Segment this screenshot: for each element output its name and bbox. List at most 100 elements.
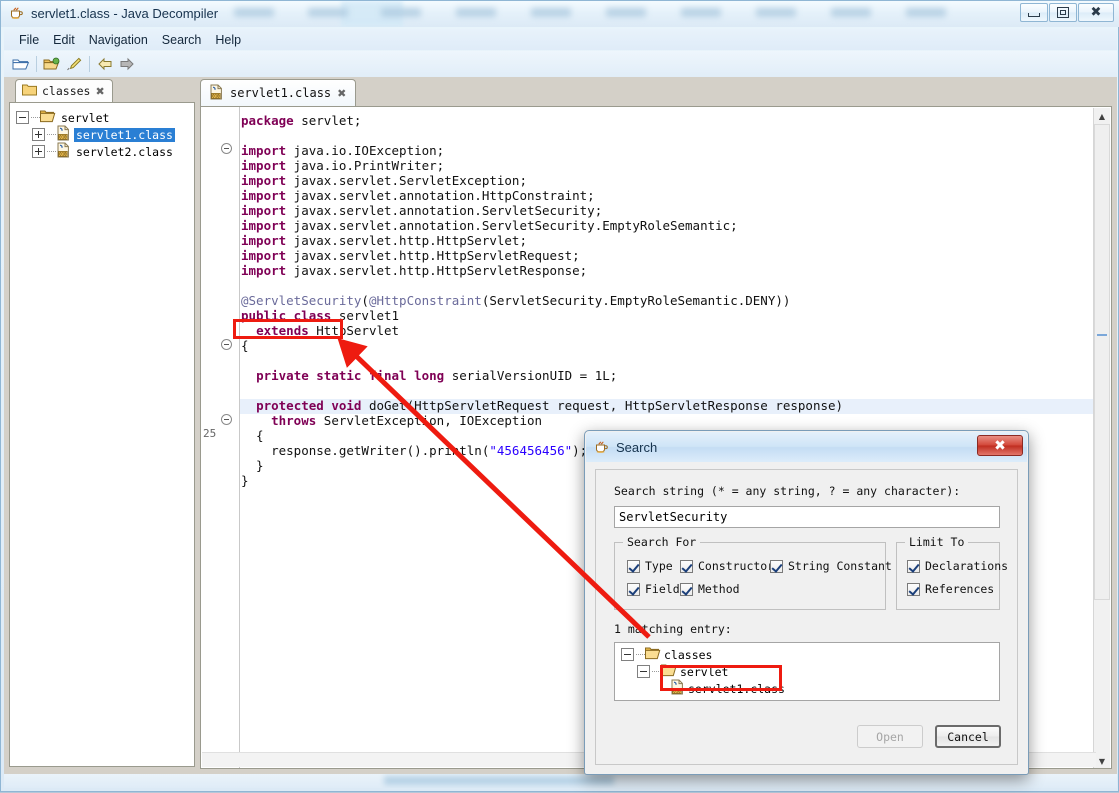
matching-entries-label: 1 matching entry: — [614, 622, 732, 636]
search-dialog-body: Search string (* = any string, ? = any c… — [595, 469, 1018, 765]
search-input[interactable] — [614, 506, 1000, 528]
close-icon: ✖ — [994, 439, 1006, 453]
close-button[interactable]: ✖ — [1078, 3, 1114, 22]
title-bar: servlet1.class - Java Decompiler ✖ — [1, 1, 1119, 27]
tree-item-label: servlet — [59, 111, 111, 125]
classes-tree[interactable]: servlet 010 servle — [9, 102, 195, 767]
background-taskbar-ghost — [226, 1, 966, 27]
checkbox-icon[interactable] — [680, 560, 693, 573]
checkbox-method[interactable]: Method — [680, 582, 740, 596]
tree-expander-minus-icon[interactable] — [621, 648, 634, 661]
menu-search[interactable]: Search — [155, 31, 209, 49]
status-bar-ghost — [384, 776, 614, 785]
open-button[interactable]: Open — [857, 725, 923, 748]
tree-expander-plus-icon[interactable] — [32, 145, 45, 158]
list-item[interactable]: servlet — [637, 663, 999, 680]
tree-expander-plus-icon[interactable] — [32, 128, 45, 141]
checkbox-icon[interactable] — [627, 583, 640, 596]
checkbox-references[interactable]: References — [907, 582, 994, 596]
editor-tab-label: servlet1.class — [230, 86, 331, 100]
open-folder-icon — [645, 646, 664, 663]
checkbox-declarations[interactable]: Declarations — [907, 559, 1008, 573]
checkbox-label: References — [925, 582, 994, 596]
search-for-group: Search For Type Constructor String Const… — [614, 542, 886, 610]
java-cup-icon — [594, 439, 610, 455]
back-arrow-icon[interactable] — [94, 53, 116, 75]
tree-expander-minus-icon[interactable] — [16, 111, 29, 124]
fold-marker-icon[interactable] — [221, 339, 232, 350]
window-controls: ✖ — [1019, 3, 1114, 22]
scroll-down-arrow-icon[interactable]: ▼ — [1094, 753, 1110, 769]
checkbox-icon[interactable] — [907, 583, 920, 596]
svg-text:010: 010 — [673, 688, 681, 693]
forward-arrow-icon[interactable] — [116, 53, 138, 75]
tree-row[interactable]: servlet — [16, 109, 194, 126]
menu-edit[interactable]: Edit — [46, 31, 82, 49]
application-window: servlet1.class - Java Decompiler ✖ File … — [0, 0, 1119, 792]
checkbox-icon[interactable] — [627, 560, 640, 573]
editor-tab-row: 010 servlet1.class ✖ — [200, 79, 1112, 106]
tab-servlet1-class[interactable]: 010 servlet1.class ✖ — [200, 79, 356, 106]
list-item-label: servlet1.class — [688, 682, 785, 696]
open-folder-icon[interactable] — [10, 53, 32, 75]
tree-row[interactable]: 010 servlet2.class — [32, 143, 194, 160]
tree-item-label: servlet1.class — [74, 128, 175, 142]
editor-gutter: 25 — [201, 107, 240, 768]
open-type-icon[interactable] — [41, 53, 63, 75]
checkbox-label: Declarations — [925, 559, 1008, 573]
tree-item-label: servlet2.class — [74, 145, 175, 159]
minimize-button[interactable] — [1020, 3, 1048, 22]
class-file-icon: 010 — [670, 679, 688, 698]
open-folder-icon — [40, 109, 59, 126]
checkbox-icon[interactable] — [680, 583, 693, 596]
status-bar — [4, 774, 1117, 788]
search-dialog-title: Search — [616, 440, 657, 455]
limit-to-group-title: Limit To — [905, 535, 968, 549]
checkbox-icon[interactable] — [907, 560, 920, 573]
tab-classes-close-icon[interactable]: ✖ — [95, 85, 104, 98]
checkbox-icon[interactable] — [770, 560, 783, 573]
highlight-pen-icon[interactable] — [63, 53, 85, 75]
scrollbar-thumb[interactable] — [1094, 124, 1110, 600]
checkbox-string-constant[interactable]: String Constant — [770, 559, 892, 573]
window-title: servlet1.class - Java Decompiler — [31, 6, 218, 21]
checkbox-label: String Constant — [788, 559, 892, 573]
maximize-button[interactable] — [1049, 3, 1077, 22]
checkbox-label: Field — [645, 582, 680, 596]
gutter-line-number: 25 — [203, 427, 216, 440]
checkbox-label: Type — [645, 559, 673, 573]
tree-expander-minus-icon[interactable] — [637, 665, 650, 678]
search-dialog-title-bar: Search ✖ — [586, 432, 1027, 462]
fold-marker-icon[interactable] — [221, 143, 232, 154]
list-item-servlet1-class[interactable]: 010 servlet1.class — [661, 680, 999, 697]
menu-file[interactable]: File — [12, 31, 46, 49]
list-item[interactable]: classes — [621, 646, 999, 663]
editor-vertical-scrollbar[interactable]: ▲ ▼ — [1093, 108, 1110, 769]
menu-help[interactable]: Help — [208, 31, 248, 49]
scroll-up-arrow-icon[interactable]: ▲ — [1094, 108, 1110, 124]
checkbox-label: Constructor — [698, 559, 774, 573]
classes-view: classes ✖ servlet — [9, 79, 195, 769]
toolbar — [4, 51, 1117, 77]
checkbox-type[interactable]: Type — [627, 559, 673, 573]
search-dialog-buttons: Open Cancel — [857, 725, 1001, 748]
cancel-button[interactable]: Cancel — [935, 725, 1001, 748]
search-results-tree[interactable]: classes servlet — [614, 642, 1000, 701]
menu-bar: File Edit Navigation Search Help — [4, 29, 1117, 50]
class-file-icon: 010 — [56, 142, 74, 161]
checkbox-label: Method — [698, 582, 740, 596]
checkbox-constructor[interactable]: Constructor — [680, 559, 774, 573]
menu-navigation[interactable]: Navigation — [82, 31, 155, 49]
tree-row[interactable]: 010 servlet1.class — [32, 126, 194, 143]
search-string-label: Search string (* = any string, ? = any c… — [614, 484, 960, 498]
checkbox-field[interactable]: Field — [627, 582, 680, 596]
fold-marker-icon[interactable] — [221, 414, 232, 425]
svg-text:010: 010 — [212, 93, 220, 98]
list-item-label: servlet — [680, 665, 728, 679]
editor-tab-close-icon[interactable]: ✖ — [337, 87, 346, 100]
classes-view-tab-row: classes ✖ — [9, 79, 195, 102]
java-cup-icon — [9, 5, 25, 21]
tab-classes[interactable]: classes ✖ — [15, 79, 113, 102]
search-dialog-close-button[interactable]: ✖ — [977, 435, 1023, 456]
search-for-group-title: Search For — [623, 535, 700, 549]
